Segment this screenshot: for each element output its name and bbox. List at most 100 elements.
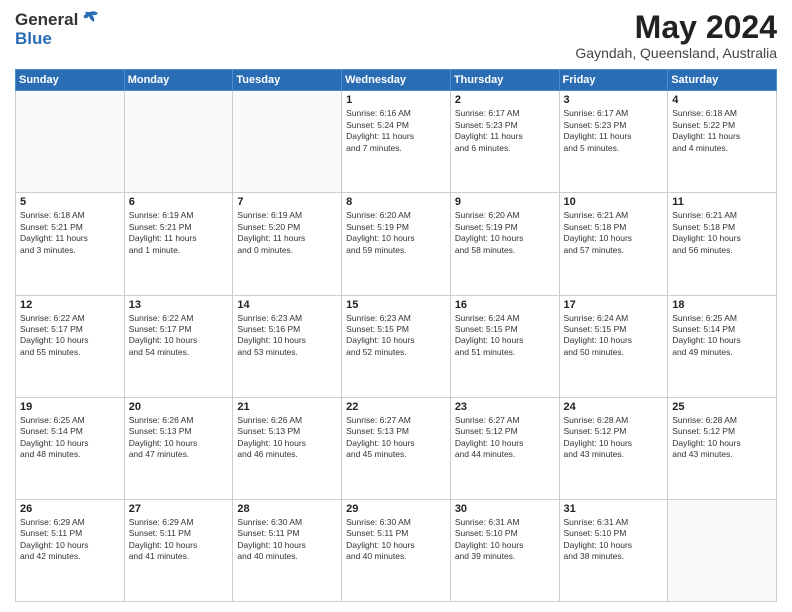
day-info: Sunrise: 6:19 AM Sunset: 5:20 PM Dayligh… xyxy=(237,210,337,256)
day-number: 1 xyxy=(346,94,446,106)
day-number: 13 xyxy=(129,299,229,311)
day-number: 11 xyxy=(672,196,772,208)
day-info: Sunrise: 6:29 AM Sunset: 5:11 PM Dayligh… xyxy=(129,517,229,563)
calendar-week-row: 1Sunrise: 6:16 AM Sunset: 5:24 PM Daylig… xyxy=(16,91,777,193)
table-row: 2 Sunrise: 6:17 AM Sunset: 5:23 PM Daylig… xyxy=(450,91,559,193)
day-info: Sunrise: 6:23 AM Sunset: 5:16 PM Dayligh… xyxy=(237,313,337,359)
day-number: 30 xyxy=(455,503,555,515)
logo: General Blue xyxy=(15,10,100,49)
day-number: 27 xyxy=(129,503,229,515)
day-info: Sunrise: 6:17 AM Sunset: 5:23 PM Dayligh… xyxy=(455,108,555,154)
table-row: 13 Sunrise: 6:22 AM Sunset: 5:17 PM Dayli… xyxy=(124,295,233,397)
table-row: 30 Sunrise: 6:31 AM Sunset: 5:10 PM Dayli… xyxy=(450,499,559,601)
logo-bird-icon xyxy=(80,10,100,28)
day-info: Sunrise: 6:31 AM Sunset: 5:10 PM Dayligh… xyxy=(564,517,664,563)
day-info: Sunrise: 6:25 AM Sunset: 5:14 PM Dayligh… xyxy=(672,313,772,359)
day-number: 29 xyxy=(346,503,446,515)
day-number: 17 xyxy=(564,299,664,311)
day-info: Sunrise: 6:26 AM Sunset: 5:13 PM Dayligh… xyxy=(237,415,337,461)
col-saturday: Saturday xyxy=(668,70,777,91)
day-number: 12 xyxy=(20,299,120,311)
day-info: Sunrise: 6:22 AM Sunset: 5:17 PM Dayligh… xyxy=(129,313,229,359)
day-number: 2 xyxy=(455,94,555,106)
day-info: Sunrise: 6:28 AM Sunset: 5:12 PM Dayligh… xyxy=(672,415,772,461)
table-row: 17 Sunrise: 6:24 AM Sunset: 5:15 PM Dayli… xyxy=(559,295,668,397)
day-info: Sunrise: 6:30 AM Sunset: 5:11 PM Dayligh… xyxy=(346,517,446,563)
day-info: Sunrise: 6:19 AM Sunset: 5:21 PM Dayligh… xyxy=(129,210,229,256)
logo-text: General Blue xyxy=(15,10,100,49)
table-row: 21 Sunrise: 6:26 AM Sunset: 5:13 PM Dayli… xyxy=(233,397,342,499)
col-monday: Monday xyxy=(124,70,233,91)
calendar-header-row: Sunday Monday Tuesday Wednesday Thursday… xyxy=(16,70,777,91)
day-number: 19 xyxy=(20,401,120,413)
table-row: 18Sunrise: 6:25 AM Sunset: 5:14 PM Dayli… xyxy=(668,295,777,397)
day-number: 22 xyxy=(346,401,446,413)
table-row xyxy=(16,91,125,193)
table-row: 31Sunrise: 6:31 AM Sunset: 5:10 PM Dayli… xyxy=(559,499,668,601)
table-row: 26Sunrise: 6:29 AM Sunset: 5:11 PM Dayli… xyxy=(16,499,125,601)
day-number: 24 xyxy=(564,401,664,413)
day-number: 6 xyxy=(129,196,229,208)
table-row: 22 Sunrise: 6:27 AM Sunset: 5:13 PM Dayli… xyxy=(342,397,451,499)
table-row: 25Sunrise: 6:28 AM Sunset: 5:12 PM Dayli… xyxy=(668,397,777,499)
day-number: 15 xyxy=(346,299,446,311)
table-row: 10Sunrise: 6:21 AM Sunset: 5:18 PM Dayli… xyxy=(559,193,668,295)
table-row: 8 Sunrise: 6:20 AM Sunset: 5:19 PM Daylig… xyxy=(342,193,451,295)
table-row: 4Sunrise: 6:18 AM Sunset: 5:22 PM Daylig… xyxy=(668,91,777,193)
title-block: May 2024 Gayndah, Queensland, Australia xyxy=(575,10,777,61)
table-row xyxy=(233,91,342,193)
day-info: Sunrise: 6:24 AM Sunset: 5:15 PM Dayligh… xyxy=(455,313,555,359)
table-row: 24 Sunrise: 6:28 AM Sunset: 5:12 PM Dayli… xyxy=(559,397,668,499)
day-number: 20 xyxy=(129,401,229,413)
day-info: Sunrise: 6:28 AM Sunset: 5:12 PM Dayligh… xyxy=(564,415,664,461)
calendar-week-row: 19 Sunrise: 6:25 AM Sunset: 5:14 PM Dayli… xyxy=(16,397,777,499)
day-info: Sunrise: 6:25 AM Sunset: 5:14 PM Dayligh… xyxy=(20,415,120,461)
day-number: 23 xyxy=(455,401,555,413)
day-info: Sunrise: 6:24 AM Sunset: 5:15 PM Dayligh… xyxy=(564,313,664,359)
day-info: Sunrise: 6:18 AM Sunset: 5:22 PM Dayligh… xyxy=(672,108,772,154)
calendar-week-row: 12 Sunrise: 6:22 AM Sunset: 5:17 PM Dayli… xyxy=(16,295,777,397)
day-number: 3 xyxy=(564,94,664,106)
col-wednesday: Wednesday xyxy=(342,70,451,91)
day-info: Sunrise: 6:20 AM Sunset: 5:19 PM Dayligh… xyxy=(455,210,555,256)
day-info: Sunrise: 6:27 AM Sunset: 5:13 PM Dayligh… xyxy=(346,415,446,461)
col-tuesday: Tuesday xyxy=(233,70,342,91)
table-row: 1Sunrise: 6:16 AM Sunset: 5:24 PM Daylig… xyxy=(342,91,451,193)
day-info: Sunrise: 6:31 AM Sunset: 5:10 PM Dayligh… xyxy=(455,517,555,563)
day-info: Sunrise: 6:21 AM Sunset: 5:18 PM Dayligh… xyxy=(672,210,772,256)
day-info: Sunrise: 6:20 AM Sunset: 5:19 PM Dayligh… xyxy=(346,210,446,256)
table-row: 12 Sunrise: 6:22 AM Sunset: 5:17 PM Dayli… xyxy=(16,295,125,397)
table-row xyxy=(124,91,233,193)
table-row: 15Sunrise: 6:23 AM Sunset: 5:15 PM Dayli… xyxy=(342,295,451,397)
day-info: Sunrise: 6:26 AM Sunset: 5:13 PM Dayligh… xyxy=(129,415,229,461)
table-row: 19 Sunrise: 6:25 AM Sunset: 5:14 PM Dayli… xyxy=(16,397,125,499)
calendar-week-row: 5 Sunrise: 6:18 AM Sunset: 5:21 PM Daylig… xyxy=(16,193,777,295)
table-row: 14Sunrise: 6:23 AM Sunset: 5:16 PM Dayli… xyxy=(233,295,342,397)
day-number: 21 xyxy=(237,401,337,413)
col-thursday: Thursday xyxy=(450,70,559,91)
calendar-table: Sunday Monday Tuesday Wednesday Thursday… xyxy=(15,69,777,602)
table-row: 20 Sunrise: 6:26 AM Sunset: 5:13 PM Dayli… xyxy=(124,397,233,499)
day-number: 7 xyxy=(237,196,337,208)
day-number: 5 xyxy=(20,196,120,208)
table-row: 16 Sunrise: 6:24 AM Sunset: 5:15 PM Dayli… xyxy=(450,295,559,397)
table-row: 6 Sunrise: 6:19 AM Sunset: 5:21 PM Daylig… xyxy=(124,193,233,295)
table-row: 11 Sunrise: 6:21 AM Sunset: 5:18 PM Dayli… xyxy=(668,193,777,295)
page: General Blue May 2024 Gayndah, Queenslan… xyxy=(0,0,792,612)
day-info: Sunrise: 6:17 AM Sunset: 5:23 PM Dayligh… xyxy=(564,108,664,154)
day-info: Sunrise: 6:30 AM Sunset: 5:11 PM Dayligh… xyxy=(237,517,337,563)
table-row: 3 Sunrise: 6:17 AM Sunset: 5:23 PM Daylig… xyxy=(559,91,668,193)
table-row: 9Sunrise: 6:20 AM Sunset: 5:19 PM Daylig… xyxy=(450,193,559,295)
header: General Blue May 2024 Gayndah, Queenslan… xyxy=(15,10,777,61)
day-info: Sunrise: 6:18 AM Sunset: 5:21 PM Dayligh… xyxy=(20,210,120,256)
day-number: 8 xyxy=(346,196,446,208)
table-row: 27 Sunrise: 6:29 AM Sunset: 5:11 PM Dayli… xyxy=(124,499,233,601)
table-row: 29 Sunrise: 6:30 AM Sunset: 5:11 PM Dayli… xyxy=(342,499,451,601)
day-info: Sunrise: 6:29 AM Sunset: 5:11 PM Dayligh… xyxy=(20,517,120,563)
title-location: Gayndah, Queensland, Australia xyxy=(575,45,777,61)
logo-blue: Blue xyxy=(15,29,52,48)
day-number: 16 xyxy=(455,299,555,311)
day-info: Sunrise: 6:22 AM Sunset: 5:17 PM Dayligh… xyxy=(20,313,120,359)
col-sunday: Sunday xyxy=(16,70,125,91)
calendar-week-row: 26Sunrise: 6:29 AM Sunset: 5:11 PM Dayli… xyxy=(16,499,777,601)
